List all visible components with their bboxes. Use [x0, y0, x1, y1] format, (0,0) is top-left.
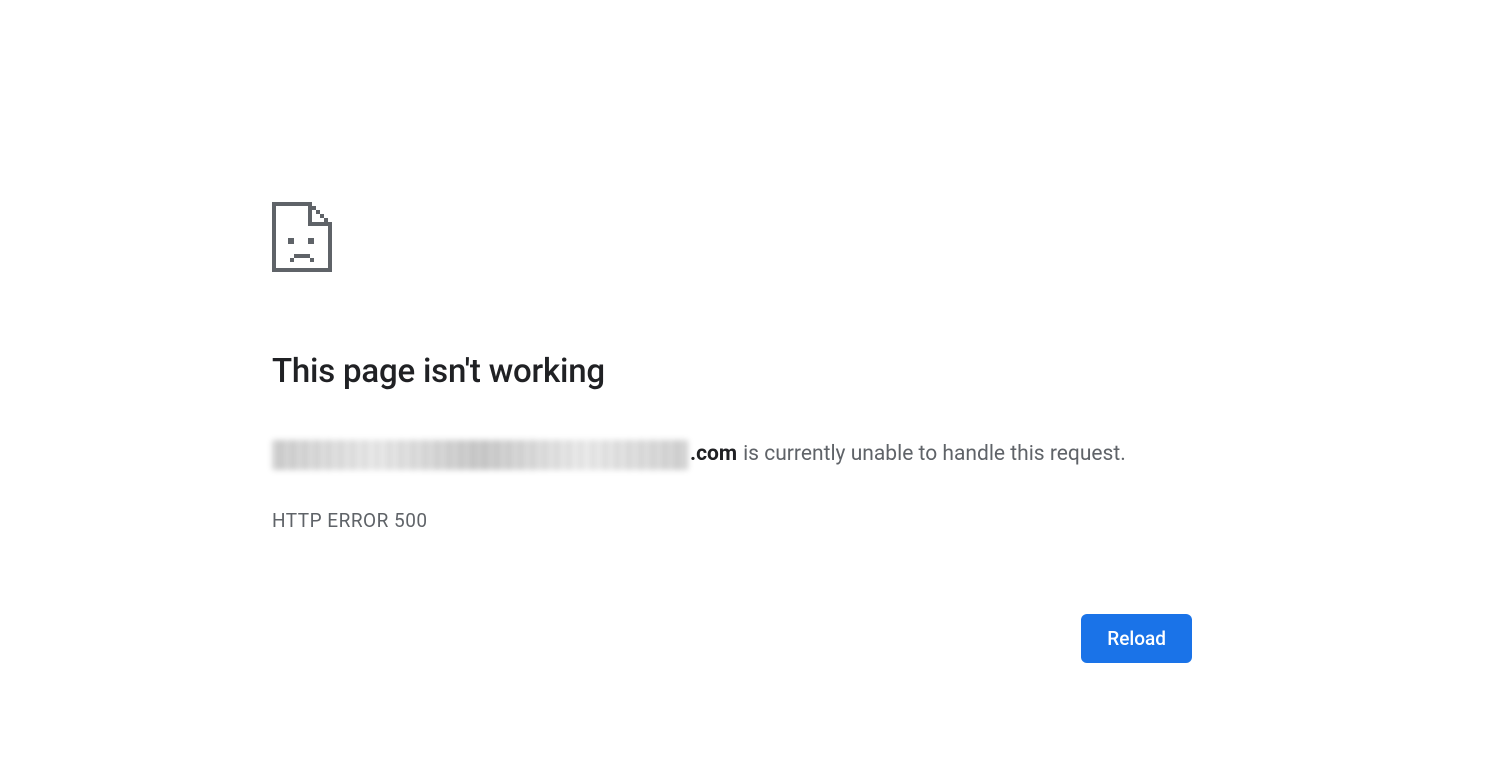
actions-bar: Reload [272, 614, 1192, 663]
http-error-code: HTTP ERROR 500 [272, 509, 1192, 532]
error-message-text: is currently unable to handle this reque… [743, 439, 1126, 471]
reload-button[interactable]: Reload [1081, 614, 1192, 663]
domain-suffix: .com [690, 439, 737, 471]
error-message: .com is currently unable to handle this … [272, 439, 1192, 471]
error-container: This page isn't working .com is currentl… [272, 0, 1192, 663]
error-heading: This page isn't working [272, 352, 1192, 391]
sad-file-icon [272, 202, 1192, 276]
redacted-hostname [272, 440, 688, 470]
